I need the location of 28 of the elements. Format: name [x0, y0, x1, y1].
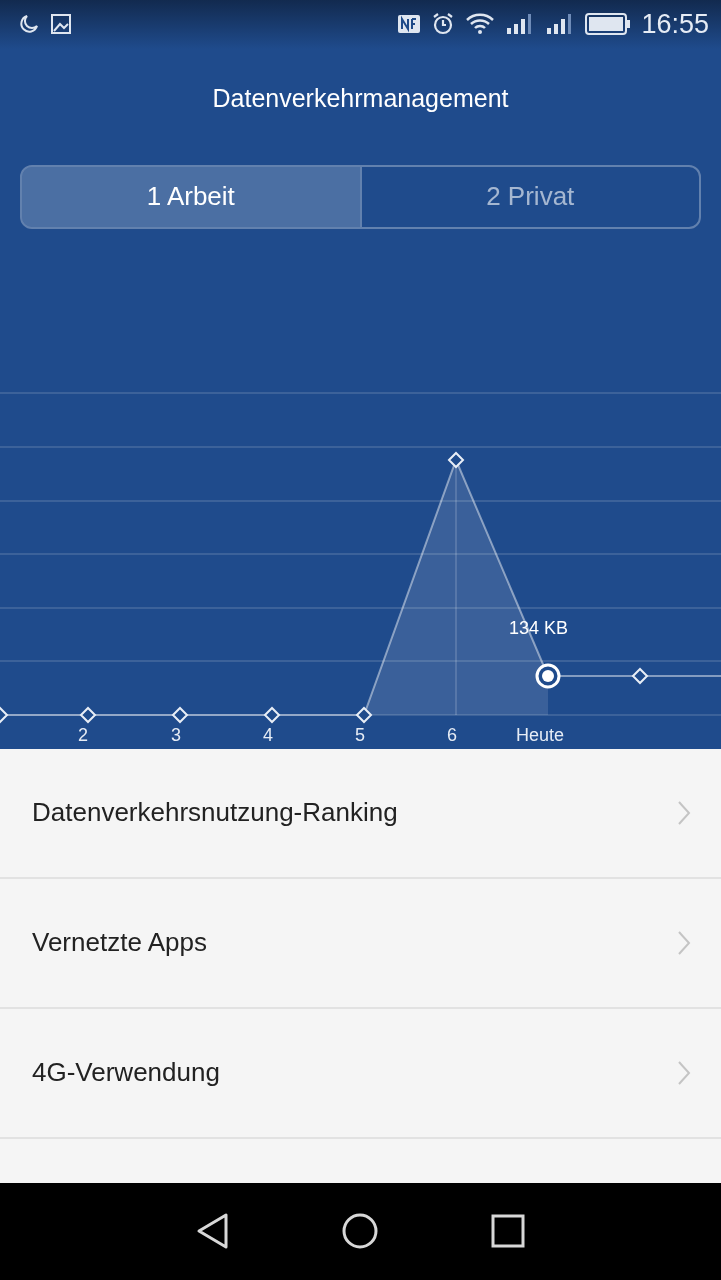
wifi-icon — [465, 12, 496, 37]
moon-icon — [18, 13, 40, 36]
tab[interactable]: 1 Arbeit — [22, 166, 360, 227]
menu-item-label: Vernetzte Apps — [32, 927, 207, 959]
menu-item[interactable]: 4G-Verwendung — [0, 1009, 721, 1139]
home-icon[interactable] — [341, 1212, 380, 1251]
image-icon — [50, 13, 72, 36]
day-label: 5 — [355, 725, 365, 746]
screen-title: Datenverkehrmanagement — [211, 82, 510, 114]
status-time: 16:55 — [641, 8, 709, 40]
recents-icon[interactable] — [491, 1214, 526, 1249]
chevron-icon — [677, 800, 691, 826]
menu-item-label: Datenverkehrsnutzung-Ranking — [32, 797, 398, 829]
battery-icon — [585, 12, 632, 37]
chevron-icon — [677, 1060, 691, 1086]
menu-item[interactable]: Vernetzte Apps — [0, 879, 721, 1009]
menu-item[interactable]: Datenverkehrsnutzung-Ranking — [0, 749, 721, 879]
back-icon[interactable] — [195, 1212, 230, 1251]
menu-item-label: 4G-Verwendung — [32, 1057, 220, 1089]
day-label: 6 — [447, 725, 457, 746]
usage-value-label: 134 KB — [509, 618, 569, 639]
day-label: 4 — [263, 725, 273, 746]
day-label: 3 — [171, 725, 181, 746]
nfc-icon — [397, 13, 422, 36]
tab[interactable]: 2 Privat — [359, 166, 699, 227]
day-label: 2 — [78, 725, 88, 746]
day-label: Heute — [516, 725, 564, 746]
chevron-icon — [677, 930, 691, 956]
